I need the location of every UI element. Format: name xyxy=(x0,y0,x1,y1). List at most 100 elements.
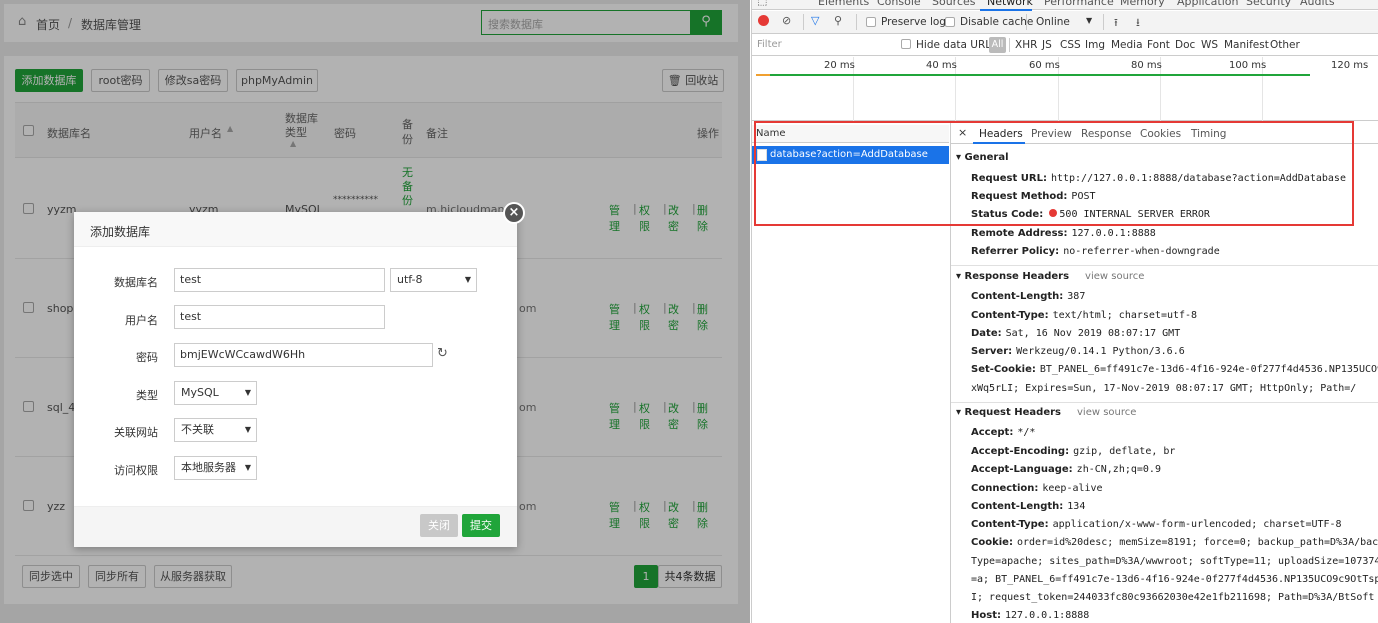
caret-down-icon: ▼ xyxy=(464,275,471,284)
header-key: Set-Cookie: xyxy=(971,364,1036,375)
tick-label: 20 ms xyxy=(824,60,855,71)
add-database-dialog: 添加数据库 数据库名 test utf-8 ▼ 用户名 test 密码 bmjEW… xyxy=(74,212,517,547)
filter-xhr[interactable]: XHR xyxy=(1015,39,1037,51)
filter-ws[interactable]: WS xyxy=(1201,39,1218,51)
view-source-link[interactable]: view source xyxy=(1077,407,1136,418)
filter-media[interactable]: Media xyxy=(1111,39,1143,51)
access-label: 访问权限 xyxy=(114,464,158,477)
clear-icon[interactable]: ⊘ xyxy=(782,14,791,27)
hide-data-urls-label[interactable]: Hide data URLs xyxy=(916,39,997,51)
close-icon[interactable]: × xyxy=(503,202,525,224)
section-divider xyxy=(951,265,1378,266)
site-select[interactable]: 不关联 ▼ xyxy=(174,418,257,442)
header-value: order=id%20desc; memSize=8191; force=0; … xyxy=(1016,537,1378,548)
tab-sources[interactable]: Sources xyxy=(932,0,976,8)
preserve-log-checkbox[interactable] xyxy=(866,17,876,27)
header-value: no-referrer-when-downgrade xyxy=(1063,246,1220,257)
view-source-link[interactable]: view source xyxy=(1085,271,1144,282)
header-key: Remote Address: xyxy=(971,228,1068,239)
hide-data-urls-checkbox[interactable] xyxy=(901,39,911,49)
filter-all[interactable]: All xyxy=(989,37,1006,53)
tab-memory[interactable]: Memory xyxy=(1120,0,1165,8)
tab-console[interactable]: Console xyxy=(877,0,921,8)
submit-button[interactable]: 提交 xyxy=(462,514,500,537)
export-icon[interactable]: ⭳ xyxy=(1136,14,1140,33)
db-name-value: test xyxy=(180,273,202,286)
response-header-row: Content-Length: 387 xyxy=(971,291,1085,302)
cookie-continuation: Type=apache; sites_path=D%3A/wwwroot; so… xyxy=(971,556,1378,567)
filter-js[interactable]: JS xyxy=(1042,39,1052,51)
tab-security[interactable]: Security xyxy=(1246,0,1291,8)
tick-label: 100 ms xyxy=(1229,60,1267,71)
disable-cache-label[interactable]: Disable cache xyxy=(960,16,1033,28)
response-header-row: Server: Werkzeug/0.14.1 Python/3.6.6 xyxy=(971,346,1185,357)
header-key: Content-Type: xyxy=(971,310,1049,321)
header-key: Content-Length: xyxy=(971,501,1064,512)
filter-manifest[interactable]: Manifest xyxy=(1224,39,1269,51)
site-label: 关联网站 xyxy=(114,426,158,439)
set-cookie-continuation: xWq5rLI; Expires=Sun, 17-Nov-2019 08:07:… xyxy=(971,383,1357,394)
request-header-row: Accept-Encoding: gzip, deflate, br xyxy=(971,446,1175,457)
username-input[interactable]: test xyxy=(174,305,385,329)
db-name-input[interactable]: test xyxy=(174,268,385,292)
filter-font[interactable]: Font xyxy=(1147,39,1170,51)
type-select[interactable]: MySQL ▼ xyxy=(174,381,257,405)
response-header-row: Date: Sat, 16 Nov 2019 08:07:17 GMT xyxy=(971,328,1180,339)
caret-down-icon: ▼ xyxy=(244,388,251,397)
filter-icon[interactable]: ▽ xyxy=(811,14,819,27)
inspect-icon[interactable]: ⬚ xyxy=(757,0,767,7)
request-header-row: Accept: */* xyxy=(971,427,1035,438)
type-value: MySQL xyxy=(181,386,219,399)
header-value: text/html; charset=utf-8 xyxy=(1052,310,1198,321)
refresh-icon[interactable]: ↻ xyxy=(437,346,448,361)
request-header-row: Cookie: order=id%20desc; memSize=8191; fo… xyxy=(971,537,1378,548)
request-header-row: Content-Type: application/x-www-form-urle… xyxy=(971,519,1342,530)
header-value: 127.0.0.1:8888 xyxy=(1071,228,1156,239)
tab-elements[interactable]: Elements xyxy=(818,0,869,8)
section-divider xyxy=(951,402,1378,403)
tick-label: 40 ms xyxy=(926,60,957,71)
filter-input[interactable]: Filter xyxy=(753,37,890,53)
filter-img[interactable]: Img xyxy=(1085,39,1105,51)
toolbar-sep xyxy=(1026,14,1027,30)
remote-address-row: Remote Address: 127.0.0.1:8888 xyxy=(971,228,1156,239)
caret-down-icon: ▼ xyxy=(244,463,251,472)
filter-doc[interactable]: Doc xyxy=(1175,39,1195,51)
search-icon[interactable]: ⚲ xyxy=(834,14,842,27)
header-value: zh-CN,zh;q=0.9 xyxy=(1076,464,1161,475)
tab-application[interactable]: Application xyxy=(1177,0,1238,8)
db-name-label: 数据库名 xyxy=(114,276,158,289)
charset-value: utf-8 xyxy=(397,273,423,286)
disable-cache-checkbox[interactable] xyxy=(945,17,955,27)
response-headers-section[interactable]: ▾ Response Headers view source xyxy=(956,271,1144,282)
response-headers-title: Response Headers xyxy=(964,271,1070,282)
close-button[interactable]: 关闭 xyxy=(420,514,458,537)
preserve-log-label[interactable]: Preserve log xyxy=(881,16,946,28)
caret-down-icon[interactable]: ▼ xyxy=(1086,16,1092,25)
tab-performance[interactable]: Performance xyxy=(1044,0,1114,8)
password-value: bmjEWcWCcawdW6Hh xyxy=(180,348,306,361)
throttle-select[interactable]: Online xyxy=(1036,16,1070,28)
tab-network[interactable]: Network xyxy=(987,0,1033,8)
record-icon[interactable] xyxy=(758,15,769,26)
dialog-header: 添加数据库 xyxy=(74,212,517,247)
charset-select[interactable]: utf-8 ▼ xyxy=(390,268,477,292)
tab-audits[interactable]: Audits xyxy=(1300,0,1335,8)
dialog-title: 添加数据库 xyxy=(90,225,151,239)
header-value: application/x-www-form-urlencoded; chars… xyxy=(1052,519,1342,530)
access-select[interactable]: 本地服务器 ▼ xyxy=(174,456,257,480)
header-key: Accept-Language: xyxy=(971,464,1073,475)
import-icon[interactable]: ⭱ xyxy=(1114,14,1118,33)
password-input[interactable]: bmjEWcWCcawdW6Hh xyxy=(174,343,433,367)
filter-sep xyxy=(1009,38,1010,52)
cookie-continuation: I; request_token=244033fc80c93662030e42e… xyxy=(971,592,1375,603)
filter-css[interactable]: CSS xyxy=(1060,39,1081,51)
header-key: Connection: xyxy=(971,483,1039,494)
header-key: Accept: xyxy=(971,427,1014,438)
request-headers-section[interactable]: ▾ Request Headers view source xyxy=(956,407,1136,418)
filter-placeholder: Filter xyxy=(757,39,782,50)
filter-other[interactable]: Other xyxy=(1270,39,1300,51)
request-header-row: Host: 127.0.0.1:8888 xyxy=(971,610,1089,621)
response-header-row: Content-Type: text/html; charset=utf-8 xyxy=(971,310,1197,321)
request-header-row: Accept-Language: zh-CN,zh;q=0.9 xyxy=(971,464,1161,475)
